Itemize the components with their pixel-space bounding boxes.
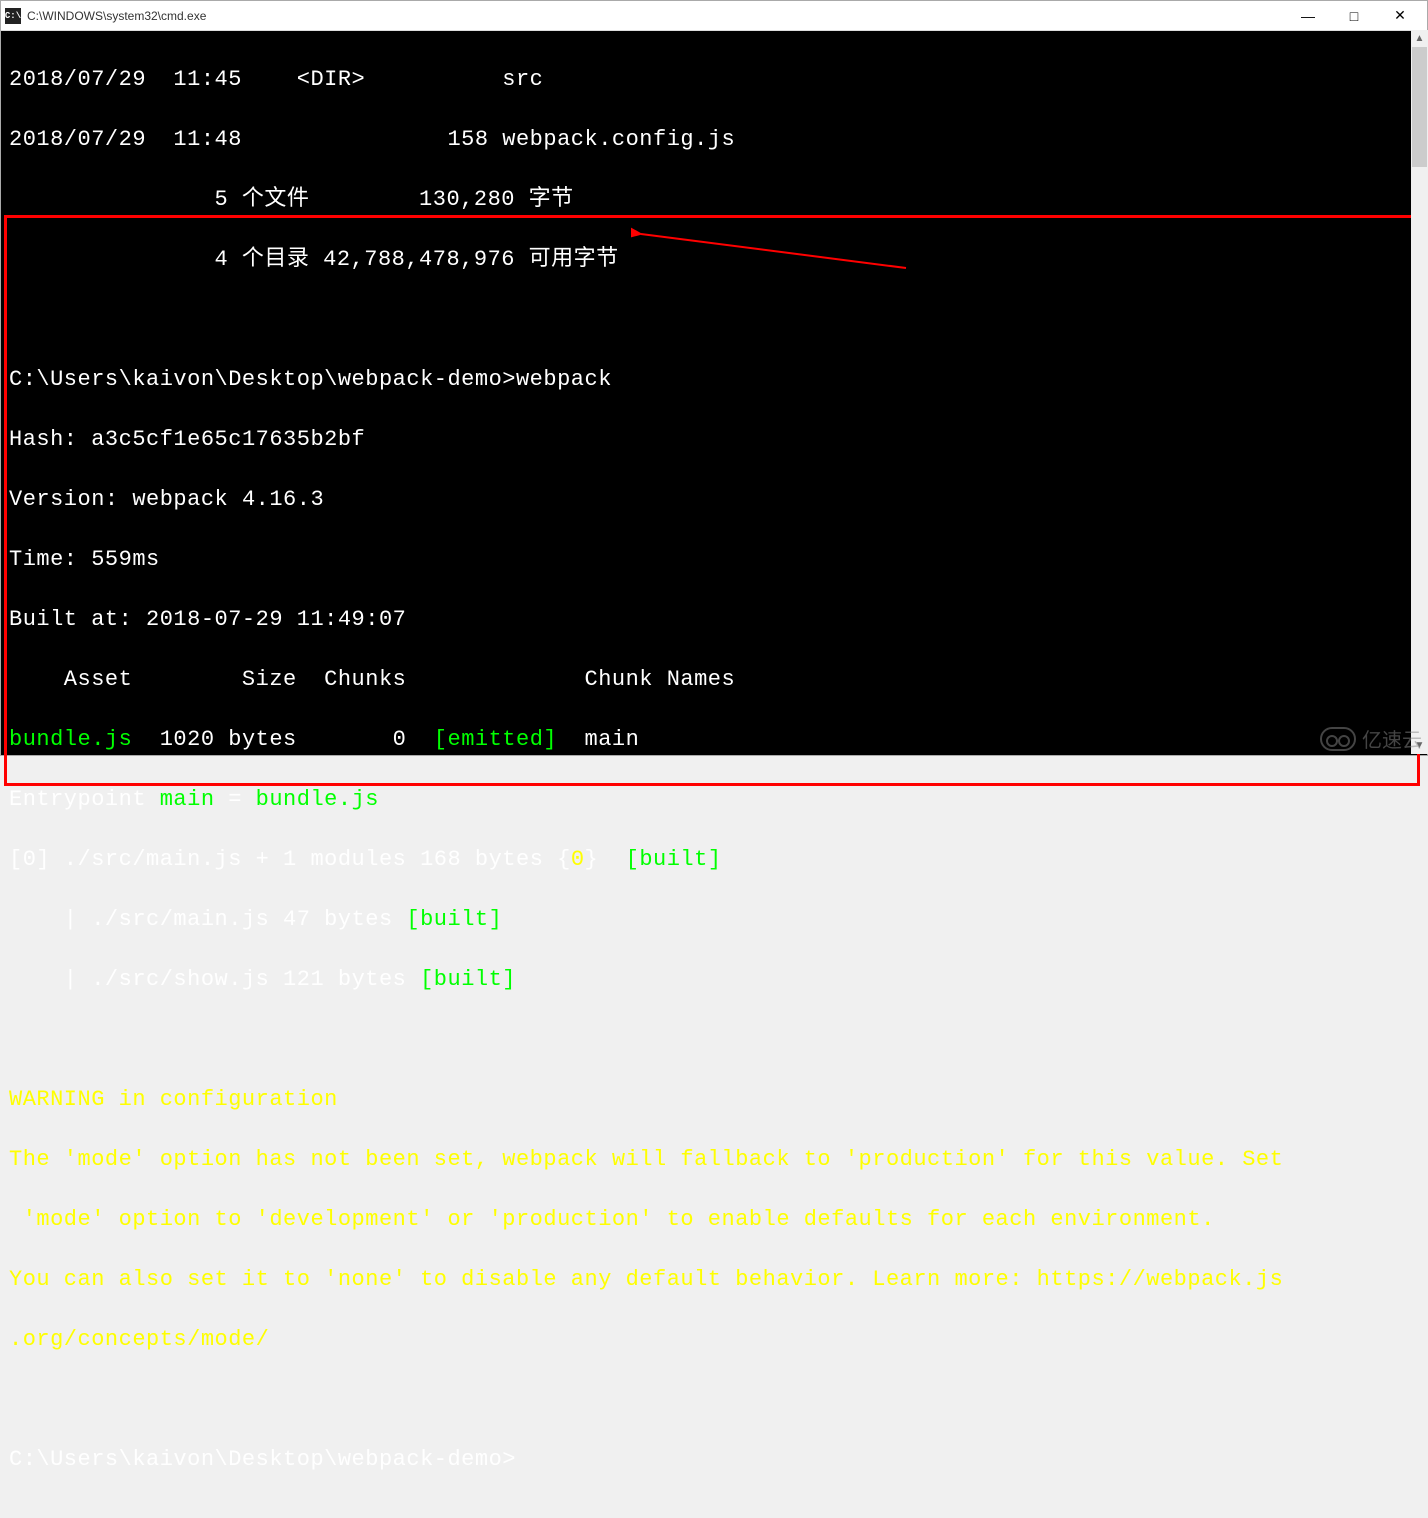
- webpack-entrypoint: Entrypoint main = bundle.js: [9, 785, 1419, 815]
- chunk-zero: 0: [571, 847, 585, 872]
- module-file: ./src/main.js + 1 modules: [50, 847, 406, 872]
- scroll-down-button[interactable]: ▼: [1411, 737, 1428, 754]
- blank-line: [9, 305, 1419, 335]
- scroll-thumb[interactable]: [1412, 47, 1427, 167]
- module-size: 121 bytes: [269, 967, 406, 992]
- module-file: ./src/main.js: [91, 907, 269, 932]
- module-prefix: |: [9, 907, 91, 932]
- webpack-module-0: [0] ./src/main.js + 1 modules 168 bytes …: [9, 845, 1419, 875]
- version-value: 4.16.3: [242, 487, 324, 512]
- module-size: 47 bytes: [269, 907, 392, 932]
- vertical-scrollbar[interactable]: ▲ ▼: [1411, 30, 1428, 754]
- webpack-time: Time: 559ms: [9, 545, 1419, 575]
- window-controls: — □ ✕: [1285, 2, 1423, 30]
- titlebar[interactable]: C:\ C:\WINDOWS\system32\cmd.exe — □ ✕: [1, 1, 1427, 31]
- command-line: C:\Users\kaivon\Desktop\webpack-demo>web…: [9, 365, 1419, 395]
- window-title: C:\WINDOWS\system32\cmd.exe: [27, 9, 1285, 23]
- asset-size: 1020 bytes: [132, 727, 296, 752]
- maximize-button[interactable]: □: [1331, 2, 1377, 30]
- version-label: Version: webpack: [9, 487, 242, 512]
- warning-text: You can also set it to 'none' to disable…: [9, 1265, 1419, 1295]
- time-value: 559ms: [91, 547, 160, 572]
- webpack-module-1: | ./src/main.js 47 bytes [built]: [9, 905, 1419, 935]
- module-size: 168 bytes: [406, 847, 543, 872]
- hash-value: a3c5cf1e65c17635b2bf: [91, 427, 365, 452]
- asset-emitted: [emitted]: [406, 727, 557, 752]
- typed-command: webpack: [516, 367, 612, 392]
- brace-open: {: [543, 847, 570, 872]
- asset-name: bundle.js: [9, 727, 132, 752]
- webpack-built-at: Built at: 2018-07-29 11:49:07: [9, 605, 1419, 635]
- built-tag: [built]: [393, 907, 503, 932]
- dir-entry: 2018/07/29 11:45 <DIR> src: [9, 65, 1419, 95]
- webpack-table-header: Asset Size Chunks Chunk Names: [9, 665, 1419, 695]
- module-index: [0]: [9, 847, 50, 872]
- warning-title: WARNING in configuration: [9, 1085, 1419, 1115]
- webpack-version: Version: webpack 4.16.3: [9, 485, 1419, 515]
- webpack-asset-row: bundle.js 1020 bytes 0 [emitted] main: [9, 725, 1419, 755]
- scroll-up-button[interactable]: ▲: [1411, 30, 1428, 47]
- brace-close: }: [585, 847, 612, 872]
- built-at-label: Built at: 2018-07-29: [9, 607, 297, 632]
- asset-chunks: 0: [297, 727, 407, 752]
- asset-chunk-name: main: [557, 727, 639, 752]
- entry-bundle: bundle.js: [256, 787, 379, 812]
- prompt-ready: C:\Users\kaivon\Desktop\webpack-demo>: [9, 1445, 1419, 1475]
- minimize-button[interactable]: —: [1285, 2, 1331, 30]
- dir-summary-files: 5 个文件 130,280 字节: [9, 185, 1419, 215]
- webpack-hash: Hash: a3c5cf1e65c17635b2bf: [9, 425, 1419, 455]
- built-at-time: 11:49:07: [297, 607, 407, 632]
- entry-main: main: [160, 787, 215, 812]
- time-label: Time:: [9, 547, 91, 572]
- entry-equals: =: [215, 787, 256, 812]
- cmd-icon: C:\: [5, 8, 21, 24]
- blank-line: [9, 1025, 1419, 1055]
- dir-entry: 2018/07/29 11:48 158 webpack.config.js: [9, 125, 1419, 155]
- prompt-path: C:\Users\kaivon\Desktop\webpack-demo>: [9, 367, 516, 392]
- entry-prefix: Entrypoint: [9, 787, 160, 812]
- module-file: ./src/show.js: [91, 967, 269, 992]
- close-button[interactable]: ✕: [1377, 2, 1423, 30]
- module-prefix: |: [9, 967, 91, 992]
- dir-summary-dirs: 4 个目录 42,788,478,976 可用字节: [9, 245, 1419, 275]
- warning-text: 'mode' option to 'development' or 'produ…: [9, 1205, 1419, 1235]
- blank-line: [9, 1385, 1419, 1415]
- cmd-window: C:\ C:\WINDOWS\system32\cmd.exe — □ ✕ 20…: [0, 0, 1428, 756]
- warning-text: The 'mode' option has not been set, webp…: [9, 1145, 1419, 1175]
- terminal-output[interactable]: 2018/07/29 11:45 <DIR> src 2018/07/29 11…: [1, 31, 1427, 755]
- webpack-module-2: | ./src/show.js 121 bytes [built]: [9, 965, 1419, 995]
- warning-text: .org/concepts/mode/: [9, 1325, 1419, 1355]
- built-tag: [built]: [406, 967, 516, 992]
- built-tag: [built]: [612, 847, 722, 872]
- hash-label: Hash:: [9, 427, 91, 452]
